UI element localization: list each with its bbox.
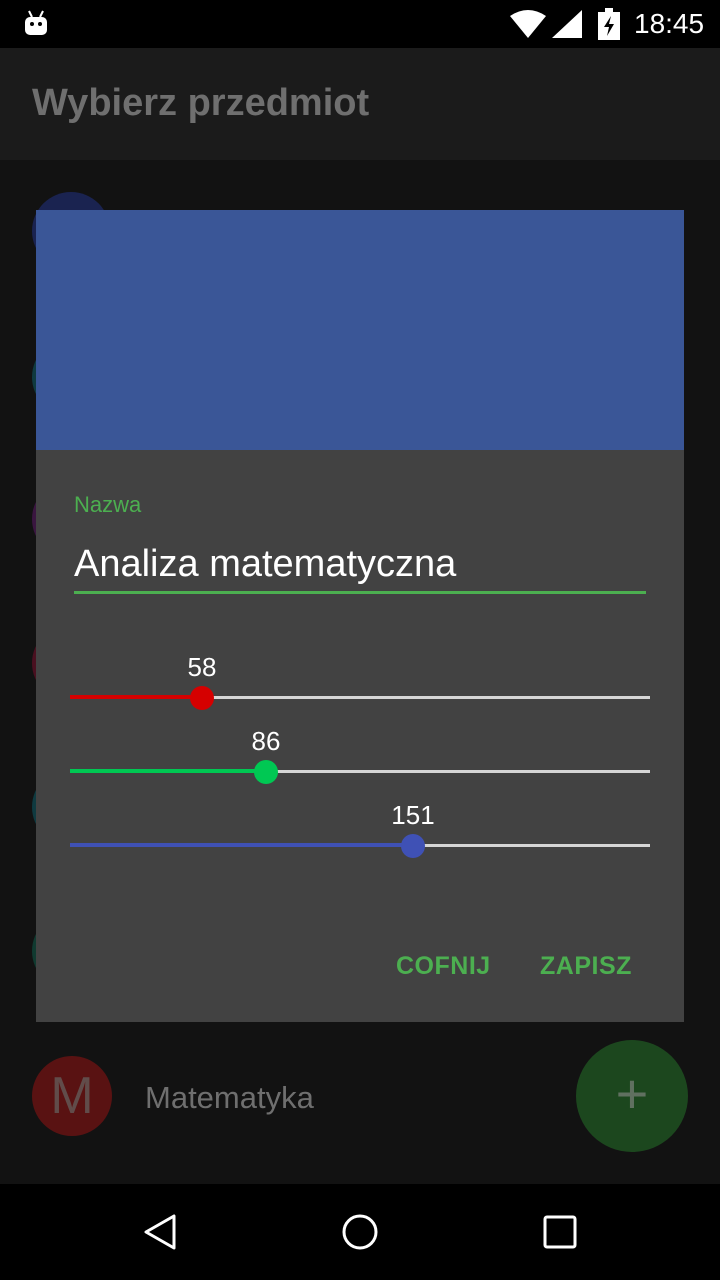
- toolbar: Wybierz przedmiot: [0, 48, 720, 160]
- home-icon[interactable]: [340, 1212, 380, 1252]
- slider-value: 86: [251, 726, 281, 756]
- slider-thumb[interactable]: [190, 686, 214, 710]
- add-button[interactable]: +: [576, 1040, 688, 1152]
- green-slider[interactable]: 86: [70, 726, 650, 786]
- slider-value: 58: [187, 652, 217, 682]
- slider-value: 151: [391, 800, 435, 830]
- name-input[interactable]: [74, 532, 646, 594]
- android-icon: [25, 10, 47, 35]
- status-bar: 18:45: [0, 0, 720, 48]
- slider-thumb[interactable]: [401, 834, 425, 858]
- signal-icon: [552, 10, 582, 38]
- color-preview: [36, 210, 684, 450]
- red-slider[interactable]: 58: [70, 652, 650, 712]
- list-item-label: Matematyka: [145, 1080, 314, 1115]
- blue-slider[interactable]: 151: [70, 800, 650, 860]
- slider-fill: [70, 769, 266, 773]
- page-title: Wybierz przedmiot: [32, 82, 370, 124]
- slider-thumb[interactable]: [254, 760, 278, 784]
- wifi-icon: [510, 10, 546, 38]
- avatar: M: [32, 1056, 112, 1136]
- save-button[interactable]: ZAPISZ: [540, 952, 632, 981]
- status-clock: 18:45: [634, 8, 705, 39]
- name-field-label: Nazwa: [74, 492, 142, 517]
- slider-fill: [70, 695, 202, 699]
- slider-fill: [70, 843, 413, 847]
- recents-icon[interactable]: [540, 1212, 580, 1252]
- navigation-bar: [0, 1184, 720, 1280]
- battery-charging-icon: [598, 8, 620, 40]
- edit-subject-dialog: Nazwa 58 86 151 COFNIJ ZAPISZ: [36, 210, 684, 1022]
- cancel-button[interactable]: COFNIJ: [396, 952, 491, 981]
- back-icon[interactable]: [140, 1212, 180, 1252]
